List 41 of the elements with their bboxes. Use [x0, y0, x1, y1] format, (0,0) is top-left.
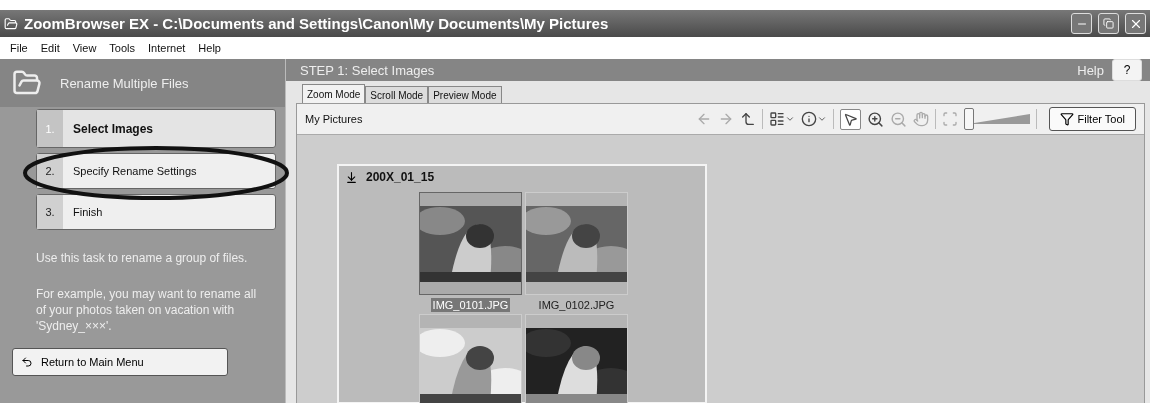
menu-item[interactable]: Edit	[40, 42, 60, 54]
info-icon[interactable]	[800, 111, 827, 127]
help-button[interactable]: ?	[1112, 59, 1142, 81]
step-button[interactable]: 1. Select Images	[36, 109, 276, 148]
minimize-button[interactable]	[1071, 13, 1092, 34]
funnel-icon	[1059, 112, 1074, 126]
menu-item[interactable]: View	[72, 42, 97, 54]
close-button[interactable]	[1125, 13, 1146, 34]
step-button[interactable]: 3. Finish	[36, 194, 276, 230]
task-title: Rename Multiple Files	[60, 75, 189, 91]
help-label: Help	[1077, 62, 1104, 78]
return-arrow-icon	[21, 356, 33, 368]
return-button[interactable]: Return to Main Menu	[12, 348, 228, 376]
thumbnail[interactable]	[419, 192, 522, 295]
description-text: Use this task to rename a group of files.	[36, 250, 249, 266]
step-title: STEP 1: Select Images	[300, 62, 436, 78]
collapse-icon[interactable]	[345, 170, 358, 184]
zoom-slider[interactable]	[963, 108, 1030, 130]
restore-icon	[1103, 18, 1114, 29]
file-name: IMG_0101.JPG	[430, 298, 511, 312]
file-name: IMG_0102.JPG	[537, 298, 616, 312]
window-title: ZoomBrowser EX - C:\Documents and Settings\Canon\My Documents\My Pictures	[24, 15, 610, 32]
slider-thumb[interactable]	[963, 108, 974, 130]
folder-name: 200X_01_15	[366, 170, 435, 184]
mode-tab[interactable]: Preview Mode	[428, 86, 502, 103]
mode-tab[interactable]: Zoom Mode	[302, 84, 366, 103]
filter-button[interactable]: Filter Tool	[1048, 107, 1136, 131]
restore-button[interactable]	[1098, 13, 1119, 34]
menu-item[interactable]: Help	[198, 42, 221, 54]
menu-item[interactable]: Internet	[148, 42, 186, 54]
location-label: My Pictures	[305, 113, 364, 125]
zoom-in-icon[interactable]	[866, 110, 884, 128]
menu-item[interactable]: File	[10, 42, 28, 54]
mode-tab[interactable]: Scroll Mode	[365, 86, 429, 103]
select-menu-icon[interactable]	[768, 111, 795, 127]
description-text: For example, you may want to rename all of your photos taken on vacation with 'Sydney_×××'.	[36, 286, 258, 334]
pointer-icon[interactable]	[839, 108, 861, 130]
menu-item[interactable]: Tools	[109, 42, 136, 54]
app-icon	[4, 16, 18, 31]
up-icon[interactable]	[739, 111, 756, 127]
step-button[interactable]: 2. Specify Rename Settings	[36, 153, 276, 189]
